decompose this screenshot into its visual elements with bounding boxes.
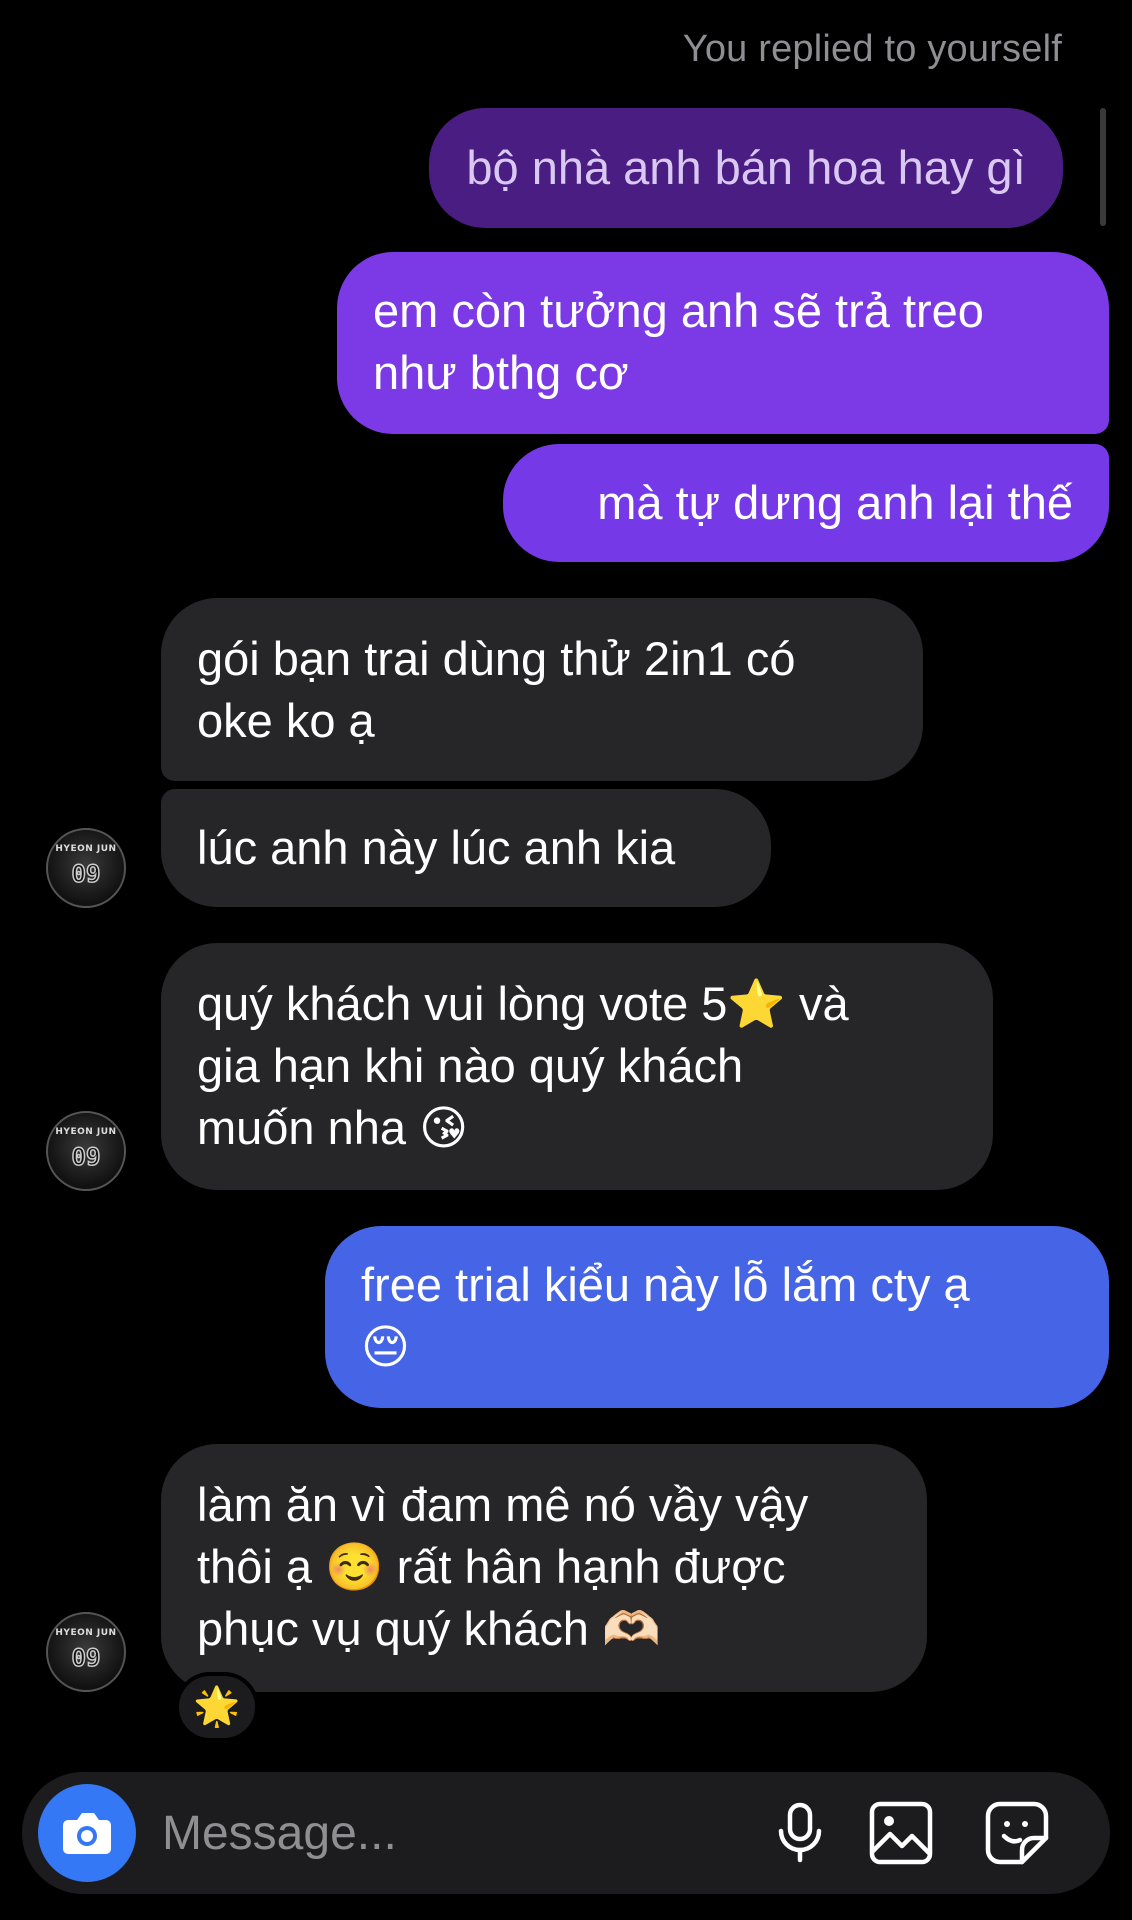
camera-icon [63,1813,111,1854]
avatar[interactable]: HYEON JUN 09 [46,1111,126,1191]
message-line: free trial kiểu này lỗ lắm cty ạ [361,1258,970,1311]
sticker-icon [985,1801,1049,1865]
message-line: muốn nha 😘 [197,1101,469,1154]
avatar-jersey-name: HYEON JUN [55,1127,117,1137]
message-line: như bthg cơ [373,346,629,399]
message-line: 😔 [361,1320,410,1373]
message-line: mà tự dưng anh lại thế [597,476,1073,529]
message-line: thôi ạ ☺️ rất hân hạnh được [197,1540,786,1593]
message-bubble-outgoing[interactable]: mà tự dưng anh lại thế [503,444,1109,562]
message-input[interactable] [162,1802,722,1864]
message-bubble-outgoing[interactable]: free trial kiểu này lỗ lắm cty ạ 😔 [325,1226,1109,1408]
message-line: phục vụ quý khách 🫶🏻 [197,1602,661,1655]
message-line: oke ko ạ [197,694,375,747]
message-bubble-incoming[interactable]: lúc anh này lúc anh kia [161,789,771,907]
reply-note: You replied to yourself [682,28,1062,70]
message-line: làm ăn vì đam mê nó vầy vậy [197,1478,809,1531]
avatar-jersey-name: HYEON JUN [55,1628,117,1638]
message-composer [22,1772,1110,1894]
gallery-button[interactable] [868,1800,934,1866]
message-line: gia hạn khi nào quý khách [197,1039,744,1092]
scrollbar[interactable] [1100,108,1106,226]
microphone-button[interactable] [767,1800,833,1866]
message-line: bộ nhà anh bán hoa hay gì [466,141,1026,194]
avatar-jersey-number: 09 [71,1142,101,1172]
message-line: lúc anh này lúc anh kia [197,821,676,874]
microphone-icon [778,1802,822,1863]
avatar-jersey-name: HYEON JUN [55,844,117,854]
avatar[interactable]: HYEON JUN 09 [46,828,126,908]
sticker-button[interactable] [984,1800,1050,1866]
message-bubble-incoming[interactable]: gói bạn trai dùng thử 2in1 có oke ko ạ [161,598,923,781]
message-bubble-outgoing[interactable]: bộ nhà anh bán hoa hay gì [429,108,1063,228]
camera-button[interactable] [38,1784,136,1882]
message-bubble-incoming[interactable]: quý khách vui lòng vote 5⭐ và gia hạn kh… [161,943,993,1190]
message-bubble-incoming[interactable]: làm ăn vì đam mê nó vầy vậy thôi ạ ☺️ rấ… [161,1444,927,1692]
message-line: gói bạn trai dùng thử 2in1 có [197,632,796,685]
avatar-jersey-number: 09 [71,859,101,889]
message-bubble-outgoing[interactable]: em còn tưởng anh sẽ trả treo như bthg cơ [337,252,1109,434]
avatar[interactable]: HYEON JUN 09 [46,1612,126,1692]
message-line: quý khách vui lòng vote 5⭐ và [197,977,849,1030]
reaction-badge[interactable]: 🌟 [175,1672,259,1742]
gallery-icon [869,1801,933,1865]
message-line: em còn tưởng anh sẽ trả treo [373,284,984,337]
avatar-jersey-number: 09 [71,1643,101,1673]
glowing-star-icon: 🌟 [193,1686,241,1728]
